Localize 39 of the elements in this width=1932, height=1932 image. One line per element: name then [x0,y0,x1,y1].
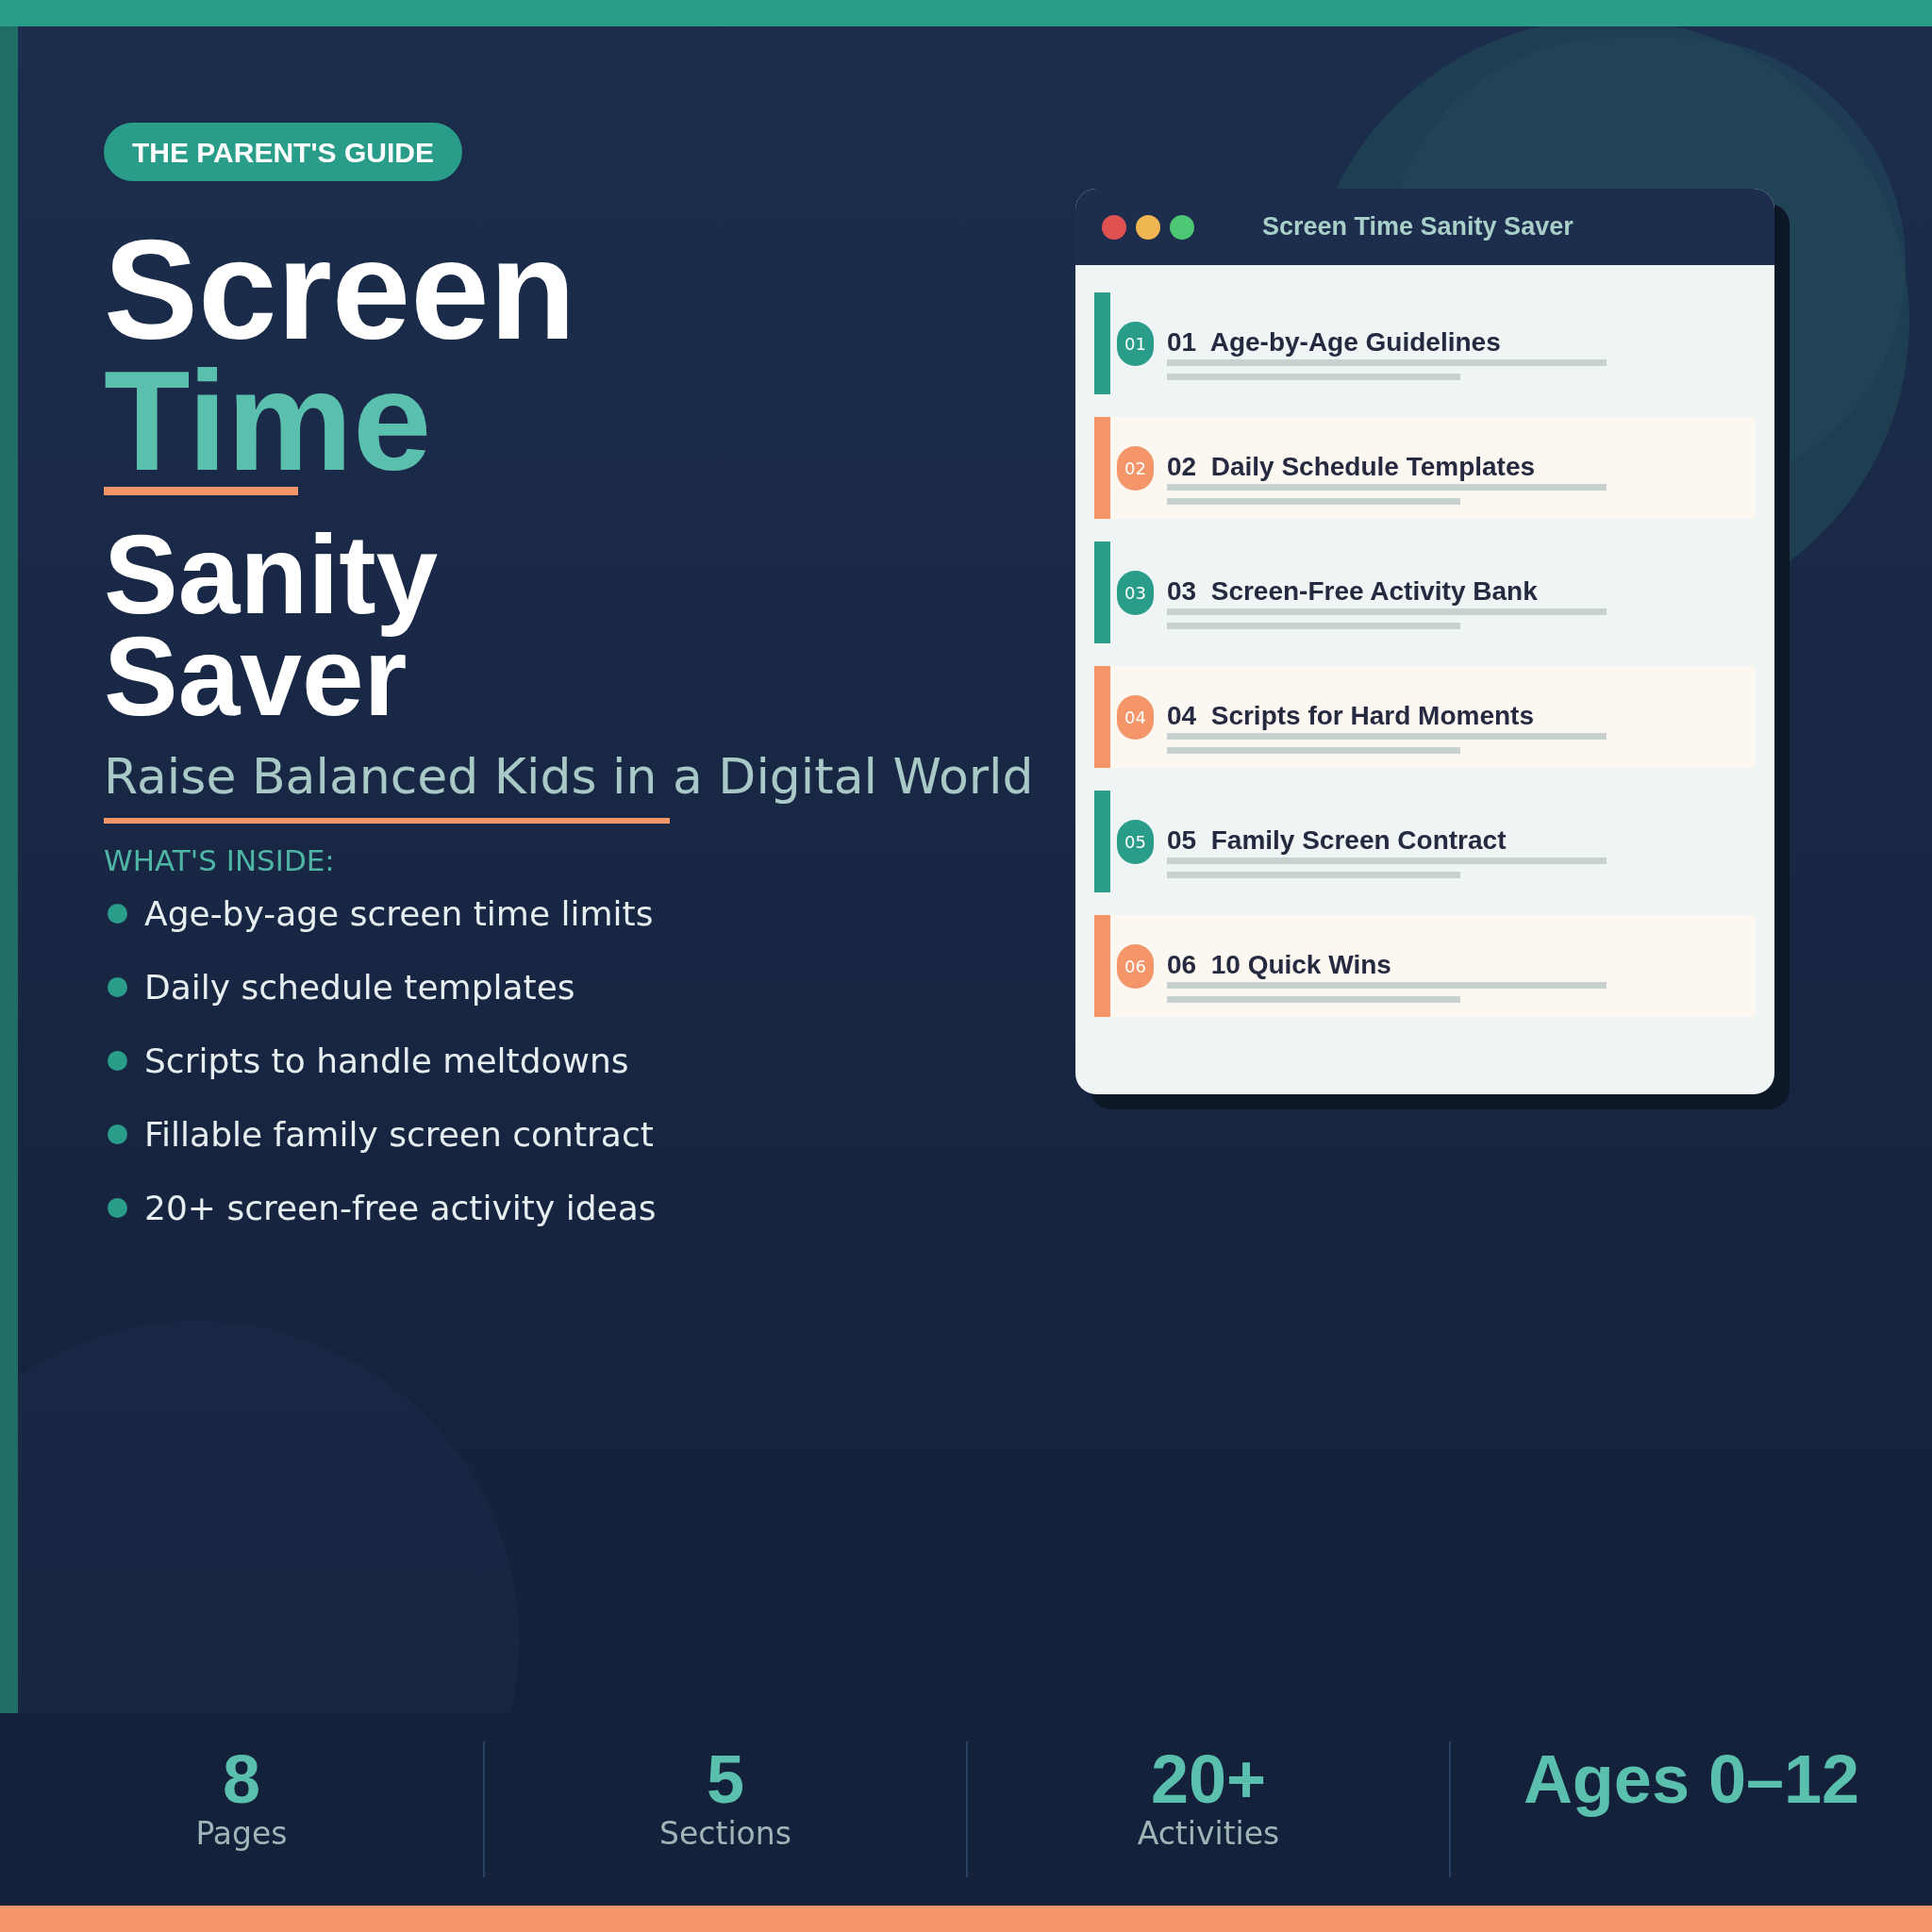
bullet-icon [108,904,127,924]
section-title: 01 Age-by-Age Guidelines [1167,327,1502,358]
number-badge: 03 [1117,570,1154,615]
subtitle: Raise Balanced Kids in a Digital World [104,748,1034,805]
stat-value: 8 [222,1743,260,1815]
number-badge: 01 [1117,321,1154,366]
stat-value: Ages 0–12 [1523,1743,1860,1815]
feature-item: Age-by-age screen time limits [144,893,654,934]
stat-label: Activities [1137,1815,1280,1853]
feature-item: Daily schedule templates [144,967,575,1008]
guide-badge: THE PARENT'S GUIDE [104,123,462,181]
section-row[interactable]: 01 01 Age-by-Age Guidelines [1094,292,1756,394]
section-row[interactable]: 06 06 10 Quick Wins [1094,915,1756,1017]
bullet-icon [108,977,127,997]
stat-label: Sections [659,1815,791,1853]
stat-value: 5 [706,1743,744,1815]
section-title: 04 Scripts for Hard Moments [1167,701,1535,731]
feature-item: Fillable family screen contract [144,1114,654,1155]
section-title: 02 Daily Schedule Templates [1167,452,1537,482]
bullet-icon [108,1051,127,1071]
section-row[interactable]: 04 04 Scripts for Hard Moments [1094,666,1756,768]
section-title: 06 10 Quick Wins [1167,950,1392,980]
window-title: Screen Time Sanity Saver [1262,211,1574,243]
number-badge: 02 [1117,445,1154,491]
stat-label: Pages [195,1815,288,1853]
section-title: 05 Family Screen Contract [1167,825,1507,856]
stat-value: 20+ [1150,1743,1267,1815]
section-title: 03 Screen-Free Activity Bank [1167,576,1539,607]
feature-item: 20+ screen-free activity ideas [144,1188,657,1228]
section-heading: WHAT'S INSIDE: [104,842,335,879]
number-badge: 06 [1117,943,1154,989]
section-row[interactable]: 05 05 Family Screen Contract [1094,791,1756,892]
bullet-icon [108,1198,127,1218]
feature-item: Scripts to handle meltdowns [144,1041,629,1081]
section-row[interactable]: 02 02 Daily Schedule Templates [1094,417,1756,519]
bullet-icon [108,1124,127,1144]
section-row[interactable]: 03 03 Screen-Free Activity Bank [1094,541,1756,643]
number-badge: 05 [1117,819,1154,864]
number-badge: 04 [1117,694,1154,740]
